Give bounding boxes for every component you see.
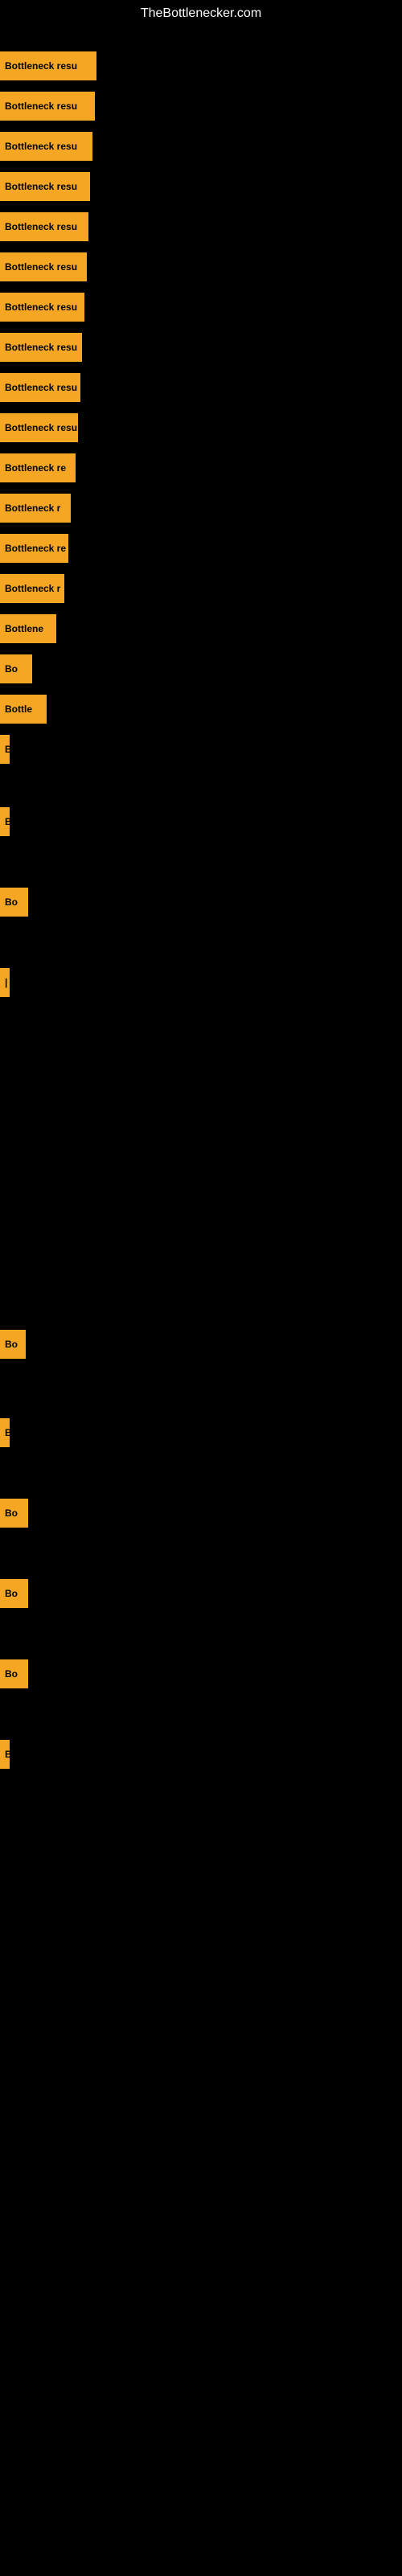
bar-label: Bottleneck re [5,543,66,554]
bar-item: Bottleneck resu [0,293,84,322]
bar-item: Bottleneck resu [0,373,80,402]
bar-label: Bottleneck r [5,502,60,514]
bar-label: Bottleneck resu [5,141,77,152]
bar-label: Bo [5,1339,18,1350]
bar-label: Bottleneck resu [5,60,77,72]
bar-item: Bottleneck re [0,453,76,482]
bar-item: Bottlene [0,614,56,643]
bar-item: Bo [0,1579,28,1608]
bar-item: B [0,1418,10,1447]
bar-label: B [5,1749,10,1760]
bar-item: Bottleneck resu [0,132,92,161]
bar-item: Bottleneck re [0,534,68,563]
bar-label: Bottleneck resu [5,382,77,393]
bar-label: Bottleneck resu [5,422,77,433]
bar-label: Bottleneck resu [5,301,77,313]
bar-label: Bottlene [5,623,43,634]
bar-item: | [0,968,10,997]
bar-item: Bottleneck resu [0,333,82,362]
bar-label: B [5,1427,10,1438]
bar-item: B [0,1740,10,1769]
bar-label: Bo [5,1588,18,1599]
bar-label: B [5,744,10,755]
bar-label: Bottle [5,703,32,715]
bar-item: Bo [0,1499,28,1528]
bar-item: Bottleneck resu [0,51,96,80]
bar-item: Bo [0,654,32,683]
bar-item: Bottleneck resu [0,172,90,201]
bar-label: B [5,816,10,827]
bar-label: Bo [5,1507,18,1519]
bar-label: Bottleneck resu [5,100,77,112]
bar-item: Bottleneck resu [0,252,87,281]
bar-label: Bo [5,896,18,908]
bar-item: Bottleneck r [0,494,71,523]
site-title: TheBottlenecker.com [0,0,402,27]
bar-item: B [0,735,10,764]
bar-label: Bo [5,1668,18,1680]
bar-label: Bottleneck resu [5,181,77,192]
bar-label: | [5,977,7,988]
bar-item: Bottleneck r [0,574,64,603]
bar-item: Bo [0,1659,28,1688]
bar-item: Bottle [0,695,47,724]
bar-item: Bottleneck resu [0,92,95,121]
bar-item: B [0,807,10,836]
bar-item: Bo [0,1330,26,1359]
bar-label: Bottleneck resu [5,261,77,273]
bar-item: Bottleneck resu [0,413,78,442]
bar-label: Bottleneck resu [5,221,77,232]
bar-label: Bottleneck r [5,583,60,594]
bar-label: Bottleneck resu [5,342,77,353]
bar-label: Bottleneck re [5,462,66,474]
bar-item: Bottleneck resu [0,212,88,241]
bar-item: Bo [0,888,28,917]
bar-label: Bo [5,663,18,675]
